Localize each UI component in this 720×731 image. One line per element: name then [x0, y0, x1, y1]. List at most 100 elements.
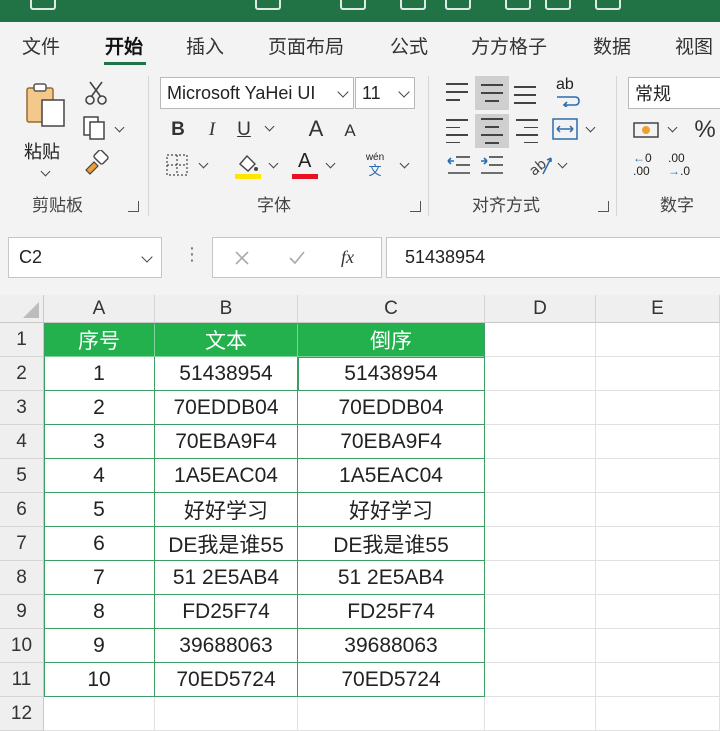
wrap-text-button[interactable]: ab — [553, 76, 583, 108]
tab-insert[interactable]: 插入 — [186, 32, 224, 59]
phonetic-button[interactable]: wén 文 — [360, 152, 390, 180]
increase-decimal-button[interactable]: ←0 .00 — [633, 152, 663, 180]
table-cell[interactable]: 1A5EAC04 — [298, 459, 485, 493]
dialog-launcher-icon[interactable] — [598, 201, 609, 212]
cell[interactable] — [596, 357, 720, 391]
chevron-down-icon[interactable] — [198, 158, 209, 169]
number-format-select[interactable]: 常规 — [628, 77, 720, 109]
table-cell[interactable]: 6 — [44, 527, 155, 561]
select-all-button[interactable] — [0, 295, 44, 323]
row-header-3[interactable]: 3 — [0, 391, 44, 425]
enter-icon[interactable] — [287, 249, 307, 267]
table-cell[interactable]: 10 — [44, 663, 155, 697]
tab-page-layout[interactable]: 页面布局 — [268, 32, 344, 59]
table-cell[interactable]: DE我是谁55 — [298, 527, 485, 561]
table-cell[interactable]: 51438954 — [155, 357, 298, 391]
align-center-button[interactable] — [475, 114, 509, 148]
row-header-1[interactable]: 1 — [0, 323, 44, 357]
column-header-d[interactable]: D — [485, 295, 596, 323]
cell[interactable] — [485, 561, 596, 595]
table-cell[interactable]: 70EBA9F4 — [298, 425, 485, 459]
align-top-button[interactable] — [446, 76, 470, 108]
row-header-5[interactable]: 5 — [0, 459, 44, 493]
cell[interactable] — [596, 629, 720, 663]
tab-formulas[interactable]: 公式 — [390, 32, 428, 59]
row-header-11[interactable]: 11 — [0, 663, 44, 697]
cell[interactable] — [485, 663, 596, 697]
cell[interactable] — [155, 697, 298, 731]
table-cell[interactable]: 39688063 — [298, 629, 485, 663]
column-header-a[interactable]: A — [44, 295, 155, 323]
table-cell[interactable]: DE我是谁55 — [155, 527, 298, 561]
table-cell[interactable]: 51 2E5AB4 — [155, 561, 298, 595]
chevron-down-icon[interactable] — [557, 158, 568, 169]
row-header-8[interactable]: 8 — [0, 561, 44, 595]
borders-icon[interactable] — [165, 153, 189, 177]
table-cell[interactable]: 70ED5724 — [155, 663, 298, 697]
cell[interactable] — [485, 391, 596, 425]
tab-data[interactable]: 数据 — [593, 32, 631, 59]
insert-function-icon[interactable]: fx — [341, 247, 354, 268]
cell[interactable] — [596, 527, 720, 561]
chevron-down-icon[interactable] — [585, 122, 596, 133]
dialog-launcher-icon[interactable] — [128, 201, 139, 212]
cell[interactable] — [485, 595, 596, 629]
table-cell[interactable]: 70ED5724 — [298, 663, 485, 697]
table-header-cell[interactable]: 序号 — [44, 323, 155, 357]
quick-access-icon[interactable] — [400, 0, 426, 10]
tab-fangfang[interactable]: 方方格子 — [471, 32, 547, 59]
table-cell[interactable]: 5 — [44, 493, 155, 527]
chevron-down-icon[interactable] — [399, 158, 410, 169]
save-icon[interactable] — [30, 0, 56, 10]
row-header-9[interactable]: 9 — [0, 595, 44, 629]
table-cell[interactable]: 1A5EAC04 — [155, 459, 298, 493]
row-header-7[interactable]: 7 — [0, 527, 44, 561]
font-size-select[interactable]: 11 — [355, 77, 415, 109]
table-header-cell[interactable]: 倒序 — [298, 323, 485, 357]
cancel-icon[interactable] — [233, 249, 251, 267]
quick-access-icon[interactable] — [505, 0, 531, 10]
cell[interactable] — [485, 425, 596, 459]
quick-access-icon[interactable] — [445, 0, 471, 10]
cell[interactable] — [596, 425, 720, 459]
copy-icon[interactable] — [82, 115, 108, 141]
table-cell[interactable]: FD25F74 — [298, 595, 485, 629]
table-cell[interactable]: 4 — [44, 459, 155, 493]
shrink-font-button[interactable]: A — [339, 118, 361, 144]
cell[interactable] — [485, 357, 596, 391]
percent-style-button[interactable]: % — [690, 116, 720, 144]
align-middle-button[interactable] — [475, 76, 509, 110]
font-name-select[interactable]: Microsoft YaHei UI — [160, 77, 354, 109]
tab-file[interactable]: 文件 — [22, 32, 60, 59]
table-cell[interactable]: 51 2E5AB4 — [298, 561, 485, 595]
align-bottom-button[interactable] — [514, 80, 538, 110]
cell[interactable] — [485, 323, 596, 357]
table-cell[interactable]: 70EDDB04 — [155, 391, 298, 425]
quick-access-icon[interactable] — [595, 0, 621, 10]
table-cell[interactable]: 51438954 — [298, 357, 485, 391]
cell[interactable] — [44, 697, 155, 731]
decrease-indent-icon[interactable] — [446, 153, 472, 177]
dialog-launcher-icon[interactable] — [410, 201, 421, 212]
font-color-button[interactable]: A — [292, 150, 320, 180]
decrease-decimal-button[interactable]: .00 →.0 — [668, 152, 698, 180]
column-header-b[interactable]: B — [155, 295, 298, 323]
formula-input[interactable]: 51438954 — [386, 237, 720, 278]
table-header-cell[interactable]: 文本 — [155, 323, 298, 357]
table-cell[interactable]: 好好学习 — [298, 493, 485, 527]
row-header-12[interactable]: 12 — [0, 697, 44, 731]
align-right-button[interactable] — [514, 116, 538, 146]
table-cell[interactable]: 3 — [44, 425, 155, 459]
more-options-icon[interactable]: ⋮ — [183, 244, 201, 265]
table-cell[interactable]: 8 — [44, 595, 155, 629]
table-cell[interactable]: 7 — [44, 561, 155, 595]
row-header-4[interactable]: 4 — [0, 425, 44, 459]
format-painter-icon[interactable] — [82, 150, 110, 176]
fill-color-icon[interactable] — [234, 150, 262, 180]
cell[interactable] — [485, 629, 596, 663]
chevron-down-icon[interactable] — [264, 121, 275, 132]
accounting-format-icon[interactable] — [632, 118, 662, 142]
cut-icon[interactable] — [84, 80, 108, 106]
table-cell[interactable]: 好好学习 — [155, 493, 298, 527]
cell[interactable] — [485, 697, 596, 731]
